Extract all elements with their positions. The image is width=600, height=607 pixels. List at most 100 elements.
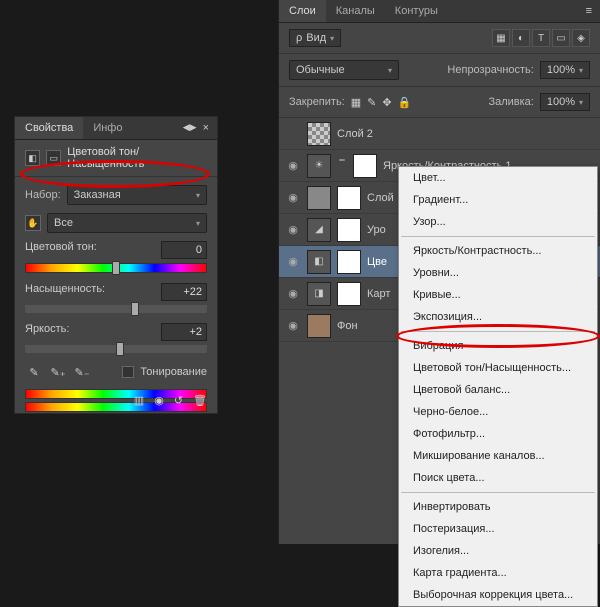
filter-smart-icon[interactable]: ◈ [572, 29, 590, 47]
mask-icon: ▭ [46, 150, 61, 166]
colorize-checkbox[interactable] [122, 366, 134, 378]
eyedropper-add-icon[interactable]: ✎₊ [49, 363, 67, 381]
menu-item[interactable]: Градиент... [399, 189, 597, 211]
visibility-toggle[interactable]: ◉ [285, 223, 301, 236]
channel-row: ✋ Все ▾ [25, 213, 207, 233]
tab-channels[interactable]: Каналы [326, 0, 385, 22]
lightness-row: Яркость: [25, 323, 207, 353]
reset-icon[interactable]: ↺ [174, 394, 183, 407]
lightness-slider[interactable] [25, 345, 207, 353]
visibility-toggle[interactable]: ◉ [285, 287, 301, 300]
delete-icon[interactable]: 🗑 [193, 394, 207, 407]
properties-panel: Свойства Инфо ◀▶ × ◧ ▭ Цветовой тон/Насы… [14, 116, 218, 414]
menu-item[interactable]: Кривые... [399, 284, 597, 306]
visibility-toggle[interactable]: ◉ [285, 255, 301, 268]
lock-row: Закрепить: ▦ ✎ ✥ 🔒 Заливка: 100%▾ [279, 87, 600, 118]
lock-pixels-icon[interactable]: ✎ [367, 96, 376, 109]
menu-item[interactable]: Карта градиента... [399, 562, 597, 584]
properties-tabs: Свойства Инфо ◀▶ × [15, 117, 217, 140]
adjustment-context-menu: Цвет... Градиент... Узор... Яркость/Конт… [398, 166, 598, 607]
properties-footer: ▥ ◉ ↺ 🗑 [134, 394, 207, 407]
properties-body: Набор: Заказная ▾ ✋ Все ▾ Цветовой тон: … [15, 177, 217, 420]
saturation-label: Насыщенность: [25, 283, 105, 301]
visibility-toggle[interactable]: ◉ [285, 191, 301, 204]
chevron-down-icon: ▾ [196, 191, 200, 200]
layer-thumb [307, 186, 331, 210]
filter-pixel-icon[interactable]: ▦ [492, 29, 510, 47]
menu-item[interactable]: Экспозиция... [399, 306, 597, 328]
tab-layers[interactable]: Слои [279, 0, 326, 22]
menu-item[interactable]: Черно-белое... [399, 401, 597, 423]
tab-properties[interactable]: Свойства [15, 117, 83, 139]
eyedropper-sub-icon[interactable]: ✎₋ [73, 363, 91, 381]
adjustment-title: Цветовой тон/Насыщенность [67, 146, 207, 170]
saturation-row: Насыщенность: [25, 283, 207, 313]
close-icon[interactable]: × [203, 122, 209, 134]
menu-item[interactable]: Поиск цвета... [399, 467, 597, 489]
menu-item[interactable]: Яркость/Контрастность... [399, 240, 597, 262]
adj-gradmap-icon: ◨ [307, 282, 331, 306]
chevron-down-icon: ▾ [196, 219, 200, 228]
layer-thumb [307, 314, 331, 338]
saturation-input[interactable] [161, 283, 207, 301]
panel-controls: ◀▶ × [175, 117, 217, 139]
blend-mode-dropdown[interactable]: Обычные▾ [289, 60, 399, 80]
filter-text-icon[interactable]: T [532, 29, 550, 47]
lock-transparency-icon[interactable]: ▦ [351, 96, 361, 109]
filter-shape-icon[interactable]: ▭ [552, 29, 570, 47]
menu-item[interactable]: Уровни... [399, 262, 597, 284]
link-icon: ⎯ [337, 154, 347, 178]
eyedropper-icon[interactable]: ✎ [25, 363, 43, 381]
layer-mask [337, 250, 361, 274]
hue-row: Цветовой тон: [25, 241, 207, 273]
menu-item[interactable]: Вибрация [399, 335, 597, 357]
saturation-slider[interactable] [25, 305, 207, 313]
menu-item-hue-sat[interactable]: Цветовой тон/Насыщенность... [399, 357, 597, 379]
hand-tool-icon[interactable]: ✋ [25, 215, 41, 231]
tab-paths[interactable]: Контуры [385, 0, 448, 22]
menu-item[interactable]: Цветовой баланс... [399, 379, 597, 401]
opacity-input[interactable]: 100%▾ [540, 61, 590, 79]
clip-icon[interactable]: ▥ [134, 394, 144, 407]
fill-input[interactable]: 100%▾ [540, 93, 590, 111]
hue-slider[interactable] [25, 263, 207, 273]
lock-label: Закрепить: [289, 96, 345, 108]
hue-label: Цветовой тон: [25, 241, 97, 259]
layer-row[interactable]: Слой 2 [279, 118, 600, 150]
hue-input[interactable] [161, 241, 207, 259]
menu-item[interactable]: Узор... [399, 211, 597, 233]
layer-mask [337, 186, 361, 210]
layer-kind-dropdown[interactable]: ρВид▾ [289, 29, 341, 47]
menu-item[interactable]: Цвет... [399, 167, 597, 189]
layer-thumb [307, 122, 331, 146]
menu-item[interactable]: Изогелия... [399, 540, 597, 562]
menu-item[interactable]: Постеризация... [399, 518, 597, 540]
panel-menu-icon[interactable]: ≡ [586, 5, 592, 17]
menu-item[interactable]: Микширование каналов... [399, 445, 597, 467]
preset-row: Набор: Заказная ▾ [25, 185, 207, 205]
tab-info[interactable]: Инфо [83, 117, 132, 139]
layer-mask [337, 218, 361, 242]
adj-brightness-icon: ☀ [307, 154, 331, 178]
menu-item[interactable]: Фотофильтр... [399, 423, 597, 445]
visibility-toggle[interactable]: ◉ [285, 159, 301, 172]
menu-item[interactable]: Инвертировать [399, 496, 597, 518]
filter-adjust-icon[interactable]: ◐ [512, 29, 530, 47]
layer-filter-row: ρВид▾ ▦ ◐ T ▭ ◈ [279, 23, 600, 54]
hue-sat-icon: ◧ [25, 150, 40, 166]
adjustment-title-row: ◧ ▭ Цветовой тон/Насыщенность [15, 140, 217, 177]
preset-label: Набор: [25, 189, 61, 201]
lightness-input[interactable] [161, 323, 207, 341]
visibility-toggle[interactable]: ◉ [285, 319, 301, 332]
eye-icon[interactable]: ◉ [154, 394, 164, 407]
preset-dropdown[interactable]: Заказная ▾ [67, 185, 207, 205]
collapse-icon[interactable]: ◀▶ [183, 122, 197, 134]
lock-all-icon[interactable]: 🔒 [398, 96, 412, 109]
blend-row: Обычные▾ Непрозрачность: 100%▾ [279, 54, 600, 87]
menu-item[interactable]: Выборочная коррекция цвета... [399, 584, 597, 606]
colorize-label: Тонирование [140, 366, 207, 378]
channel-dropdown[interactable]: Все ▾ [47, 213, 207, 233]
lock-position-icon[interactable]: ✥ [382, 96, 391, 109]
filter-icons: ▦ ◐ T ▭ ◈ [492, 29, 590, 47]
layers-tabs: Слои Каналы Контуры ≡ [279, 0, 600, 23]
